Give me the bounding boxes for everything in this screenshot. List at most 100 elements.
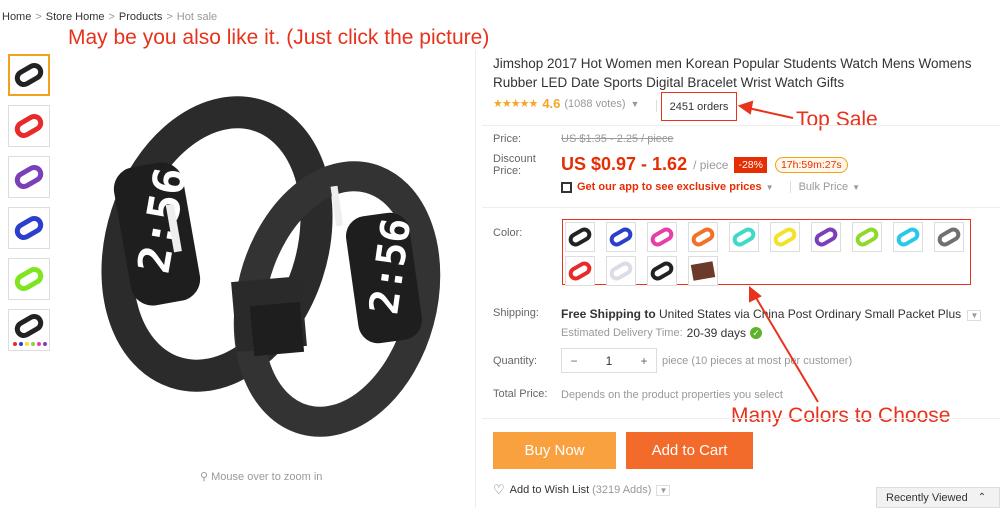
watch-icon bbox=[607, 258, 635, 284]
color-swatch-red[interactable] bbox=[565, 256, 595, 286]
color-swatch-green[interactable] bbox=[852, 222, 882, 252]
thumbnail-red[interactable] bbox=[8, 105, 50, 147]
star-rating-icon: ★★★★★ bbox=[493, 98, 538, 110]
breadcrumb-separator: > bbox=[108, 11, 115, 23]
product-title: Jimshop 2017 Hot Women men Korean Popula… bbox=[493, 56, 972, 90]
watch-icon bbox=[894, 224, 922, 250]
thumbnail-purple[interactable] bbox=[8, 156, 50, 198]
wish-count: (3219 Adds) bbox=[592, 484, 652, 496]
color-swatch-orange[interactable] bbox=[688, 222, 718, 252]
heart-icon: ♡ bbox=[493, 482, 505, 497]
decrease-button[interactable]: − bbox=[562, 354, 586, 368]
wish-list-row[interactable]: ♡ Add to Wish List (3219 Adds) ▼ bbox=[493, 482, 671, 498]
increase-button[interactable]: + bbox=[632, 354, 656, 368]
thumbnail-assorted[interactable] bbox=[8, 309, 50, 351]
color-swatch-pink[interactable] bbox=[647, 222, 677, 252]
quantity-label: Quantity: bbox=[493, 355, 538, 367]
quantity-note: piece (10 pieces at most per customer) bbox=[662, 355, 853, 367]
zoom-hint: ⚲ Mouse over to zoom in bbox=[200, 470, 322, 483]
breadcrumb-hot-sale: Hot sale bbox=[176, 11, 218, 23]
breadcrumb-products[interactable]: Products bbox=[119, 11, 162, 23]
watch-icon bbox=[853, 224, 881, 250]
watch-icon bbox=[812, 224, 840, 250]
color-swatch-yellow[interactable] bbox=[770, 222, 800, 252]
discount-price: US $0.97 - 1.62 bbox=[561, 154, 688, 174]
product-main-image[interactable]: 2:56 2:56 bbox=[62, 54, 482, 464]
rating-row: ★★★★★ 4.6 (1088 votes) ▼ bbox=[493, 96, 639, 111]
color-swatch-white[interactable] bbox=[606, 256, 636, 286]
chevron-down-icon[interactable]: ▼ bbox=[766, 183, 774, 192]
breadcrumb-store-home[interactable]: Store Home bbox=[46, 11, 105, 23]
color-swatch-gift-box[interactable] bbox=[688, 256, 718, 286]
divider bbox=[475, 50, 476, 508]
chevron-down-icon[interactable]: ▼ bbox=[967, 310, 982, 321]
app-promo-row: Get our app to see exclusive prices ▼ Bu… bbox=[561, 181, 860, 193]
breadcrumb-home[interactable]: Home bbox=[2, 11, 31, 23]
color-swatch-black[interactable] bbox=[565, 222, 595, 252]
color-swatch-gray[interactable] bbox=[934, 222, 964, 252]
thumbnail-gallery bbox=[8, 54, 50, 360]
shipping-route-text: United States via China Post Ordinary Sm… bbox=[655, 307, 962, 321]
bulk-price-link[interactable]: Bulk Price bbox=[789, 181, 848, 193]
divider bbox=[482, 125, 1000, 126]
quantity-stepper: − 1 + bbox=[561, 348, 657, 373]
price-label: Price: bbox=[493, 133, 522, 145]
watch-icon bbox=[566, 258, 594, 284]
discount-price-row: US $0.97 - 1.62 / piece -28% 17h:59m:27s bbox=[561, 154, 848, 175]
color-label: Color: bbox=[493, 227, 523, 239]
color-swatch-blue[interactable] bbox=[606, 222, 636, 252]
arrow-icon bbox=[749, 285, 819, 403]
many-colors-annotation: Many Colors to Choose bbox=[731, 404, 951, 427]
divider bbox=[482, 418, 1000, 419]
color-dots-icon bbox=[13, 342, 47, 346]
thumbnail-green[interactable] bbox=[8, 258, 50, 300]
watch-icon bbox=[730, 224, 758, 250]
watch-icon bbox=[607, 224, 635, 250]
watch-icon bbox=[566, 224, 594, 250]
buy-now-button[interactable]: Buy Now bbox=[493, 432, 616, 469]
checkmark-icon: ✓ bbox=[750, 327, 763, 339]
add-to-cart-button[interactable]: Add to Cart bbox=[626, 432, 753, 469]
breadcrumb-separator: > bbox=[35, 11, 42, 23]
breadcrumb-separator: > bbox=[166, 11, 173, 23]
original-price: US $1.35 - 2.25 / piece bbox=[561, 133, 674, 145]
orders-count: 2451 orders bbox=[661, 92, 737, 121]
shipping-free-text: Free Shipping to bbox=[561, 307, 656, 321]
recently-viewed-label: Recently Viewed bbox=[886, 491, 968, 504]
delivery-estimate: Estimated Delivery Time: 20-39 days ✓ bbox=[561, 326, 763, 340]
color-swatch-cyan[interactable] bbox=[729, 222, 759, 252]
recently-viewed-tab[interactable]: Recently Viewed ⌃ bbox=[876, 487, 1000, 508]
total-price-label: Total Price: bbox=[493, 388, 548, 400]
watch-icon bbox=[771, 224, 799, 250]
watch-icon bbox=[935, 224, 963, 250]
watch-icon bbox=[11, 212, 47, 244]
vote-count[interactable]: (1088 votes) bbox=[564, 98, 625, 110]
discount-price-label: Discount Price: bbox=[493, 153, 536, 177]
arrow-icon bbox=[737, 100, 794, 119]
chevron-down-icon[interactable]: ▼ bbox=[631, 99, 640, 109]
watch-icon bbox=[689, 224, 717, 250]
watch-icon bbox=[11, 310, 47, 342]
rating-value: 4.6 bbox=[542, 96, 561, 111]
price-unit: / piece bbox=[693, 157, 729, 172]
watch-icon bbox=[11, 110, 47, 142]
thumbnail-black[interactable] bbox=[8, 54, 50, 96]
watch-icon bbox=[11, 263, 47, 295]
gift-box-icon bbox=[690, 261, 716, 281]
color-swatch-sky[interactable] bbox=[893, 222, 923, 252]
wish-list-link[interactable]: Add to Wish List bbox=[510, 484, 589, 496]
thumbnail-blue[interactable] bbox=[8, 207, 50, 249]
zoom-hint-text: Mouse over to zoom in bbox=[211, 471, 323, 483]
app-promo-link[interactable]: Get our app to see exclusive prices bbox=[577, 181, 762, 193]
qr-code-icon bbox=[561, 181, 572, 193]
quantity-input[interactable]: 1 bbox=[586, 354, 632, 368]
color-swatch-black-white[interactable] bbox=[647, 256, 677, 286]
countdown-timer: 17h:59m:27s bbox=[774, 156, 848, 173]
chevron-down-icon[interactable]: ▼ bbox=[852, 183, 860, 192]
shipping-label: Shipping: bbox=[493, 307, 539, 319]
shipping-method[interactable]: Free Shipping to United States via China… bbox=[561, 307, 982, 321]
color-swatch-purple[interactable] bbox=[811, 222, 841, 252]
chevron-up-icon: ⌃ bbox=[977, 492, 987, 503]
watch-icon bbox=[648, 258, 676, 284]
chevron-down-icon[interactable]: ▼ bbox=[656, 484, 671, 496]
